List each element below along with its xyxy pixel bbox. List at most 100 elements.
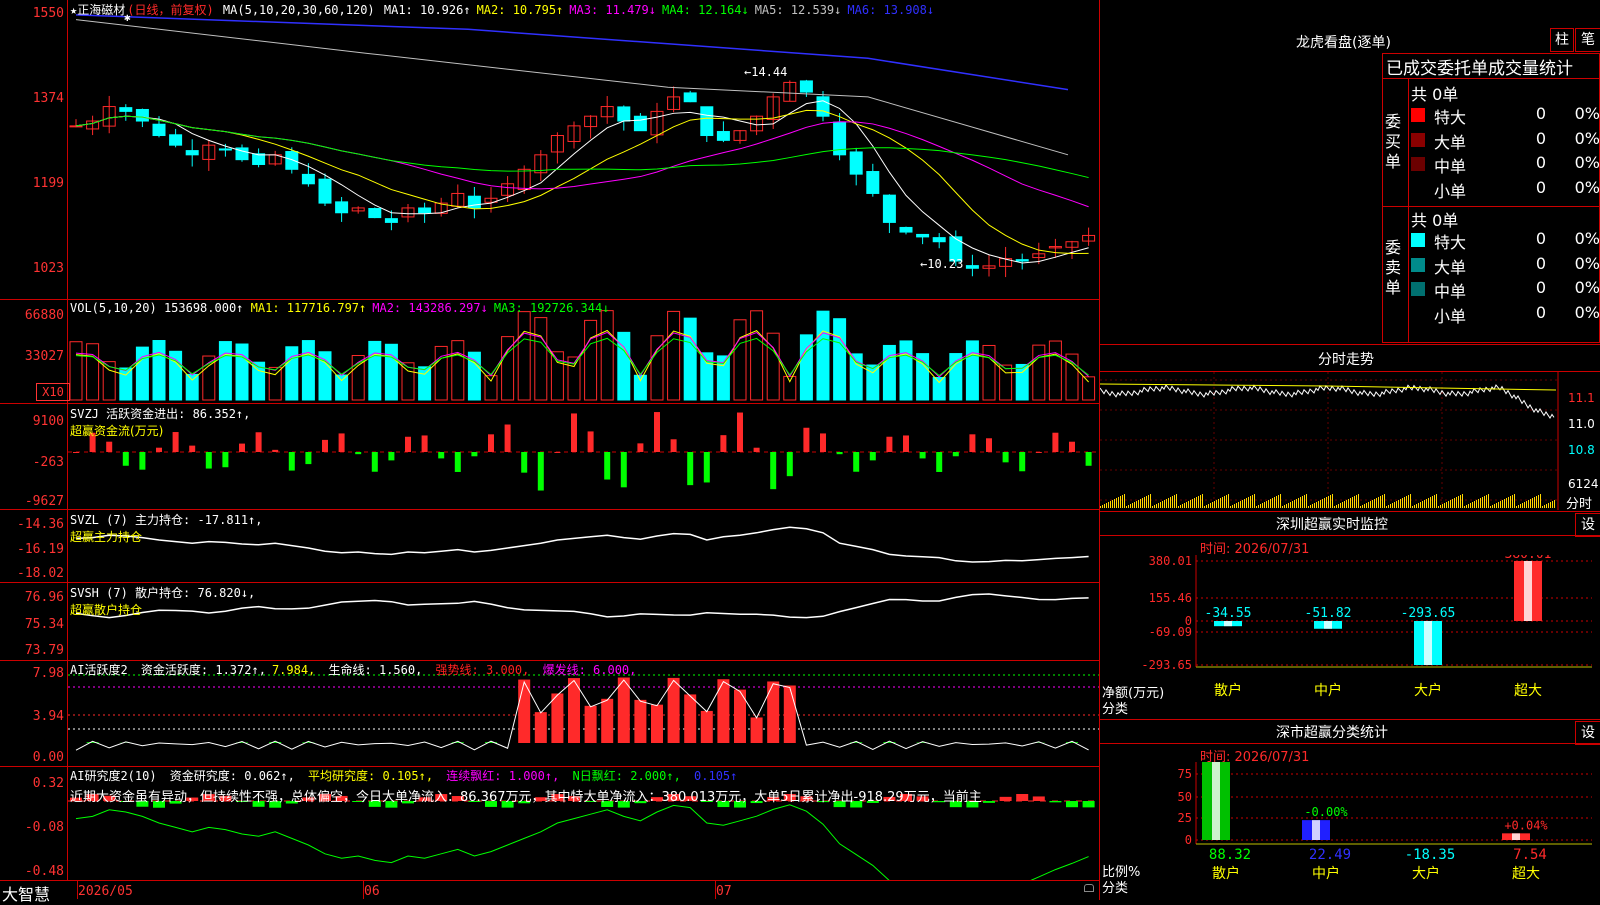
activity-bar (535, 712, 547, 743)
volume-bar (319, 352, 331, 400)
sz-bar-highlight (1524, 561, 1532, 621)
ma-legend-item: MA4: 12.164↓ (662, 3, 749, 17)
fs-vol-bar (1370, 501, 1371, 508)
fs-vol-bar (1308, 506, 1309, 508)
sz-xlabel: 分类 (1102, 698, 1128, 717)
candle-body (186, 151, 198, 155)
chart-area[interactable]: ←14.44←10.23 ★正海磁材(日线，前复权) MA(5,10,20,30… (0, 0, 1100, 900)
sz-settings-button[interactable]: 设 (1575, 513, 1600, 537)
sz-cat-label: 散户 (1214, 682, 1242, 699)
fs-vol-bar (1212, 502, 1213, 508)
flow-bar (206, 452, 212, 469)
volume-bar (900, 341, 912, 400)
volume-chart[interactable] (68, 300, 1099, 403)
order-percent: 0% (1552, 178, 1600, 197)
ss-settings-button[interactable]: 设 (1575, 721, 1600, 745)
low-mark: ←10.23 (920, 257, 963, 271)
order-size-label: 小单 (1434, 303, 1494, 327)
fs-vol-bar (1464, 506, 1465, 508)
intraday-chart[interactable] (1100, 372, 1600, 510)
fs-vol-bar (1502, 500, 1503, 508)
fs-vol-bar (1470, 503, 1471, 508)
candle-body (136, 109, 148, 121)
flow-bar (903, 435, 909, 452)
sz-bar-label: -34.55 (1205, 606, 1252, 621)
volume-bar (87, 344, 99, 400)
fs-vol-bar (1340, 503, 1341, 508)
candle-body (153, 124, 165, 135)
fs-vol-bar (1252, 495, 1253, 508)
vol-unit-label: X10 (42, 385, 64, 399)
flow-bar (770, 452, 776, 489)
fs-vol-bar (1366, 503, 1367, 508)
tick-mode-button[interactable]: 笔 (1575, 28, 1600, 52)
stock-name[interactable]: ★正海磁材 (70, 3, 125, 17)
ss-stats-chart[interactable]: 7550250-0.00%88.32散户-0.00%22.49中户-18.35大… (1100, 762, 1600, 900)
fs-vol-bar (1448, 501, 1449, 508)
fs-vol-bar (1384, 494, 1385, 508)
ma6-line (76, 15, 1068, 90)
volume-bar (302, 341, 314, 400)
fs-vol-bar (1260, 504, 1261, 508)
fs-vol-bar (1184, 503, 1185, 508)
candle-body (800, 81, 812, 92)
volume-bar (452, 341, 464, 400)
price-chart[interactable]: ←14.44←10.23 (68, 0, 1099, 299)
fs-vol-bar (1166, 499, 1167, 508)
sz-monitor-chart[interactable]: 380.01155.460-69.09-293.65-34.55散户-51.82… (1100, 555, 1600, 715)
ma-legend-item: MA1: 10.926↑ (384, 3, 471, 17)
fs-vol-bar (1352, 497, 1353, 508)
sz-bar-label: 380.01 (1505, 555, 1552, 562)
fs-vol-bar (1458, 496, 1459, 508)
ai1-y-label: 7.98 (0, 666, 64, 681)
order-count: 0 (1500, 129, 1546, 148)
main-legend: ★正海磁材(日线，前复权) MA(5,10,20,30,60,120) MA1:… (70, 1, 942, 18)
volume-bar (684, 318, 696, 400)
ai-comment: 近期大资金虽有异动，但持续性不强，总体偏空，今日大单净流入：86.367万元，其… (70, 786, 1098, 805)
fs-vol-bar (1400, 499, 1401, 508)
ss-bar-highlight (1212, 762, 1220, 840)
fs-vol-bar (1406, 496, 1407, 508)
vol-ma-legend-item: MA2: 143286.297↓ (372, 301, 488, 315)
fs-vol-bar (1368, 502, 1369, 508)
flow-bar (654, 412, 660, 452)
ai-activity-legend: AI活跃度2 资金活跃度: 1.372↑,7.984, 生命线: 1.560, … (70, 661, 642, 678)
legend-swatch (1411, 157, 1425, 171)
bar-mode-button[interactable]: 柱 (1550, 28, 1574, 52)
activity-bar (701, 711, 713, 743)
ss-y-label: 0 (1185, 833, 1192, 847)
svsh-y-label: 76.96 (0, 590, 64, 605)
svsh-y-label: 73.79 (0, 643, 64, 658)
fs-vol-label: 6124 (1568, 477, 1599, 491)
volume-bar (219, 342, 231, 400)
sz-bar-highlight (1224, 621, 1232, 626)
fs-vol-bar (1114, 499, 1115, 508)
fs-vol-bar (1320, 500, 1321, 508)
fs-vol-bar (1486, 495, 1487, 508)
volume-bar (834, 319, 846, 400)
lock-icon[interactable] (1084, 884, 1094, 892)
volume-bar (70, 342, 82, 400)
ss-value-label: 22.49 (1309, 847, 1351, 863)
fs-vol-bar (1122, 495, 1123, 508)
svsh-sub: 超赢散户持仓 (70, 601, 255, 618)
fs-vol-bar (1540, 494, 1541, 508)
fs-vol-bar (1530, 499, 1531, 508)
lh-subtitle: 已成交委托单成交量统计 (1386, 54, 1573, 79)
volume-bar (634, 375, 646, 400)
fs-vol-bar (1106, 503, 1107, 508)
fs-vol-bar (1444, 503, 1445, 508)
volume-bar (369, 341, 381, 400)
ss-cat-label: 散户 (1212, 865, 1240, 882)
order-percent: 0% (1552, 229, 1600, 248)
svsh-legend: SVSH (7) 散户持仓: 76.820↓, 超赢散户持仓 (70, 584, 255, 618)
fs-vol-bar (1424, 500, 1425, 508)
period-label[interactable]: (日线，前复权) (127, 3, 213, 17)
fs-vol-bar (1160, 502, 1161, 508)
flow-bar (787, 452, 793, 476)
fs-vol-bar (1170, 497, 1171, 508)
fs-vol-bar (1116, 498, 1117, 508)
svzl-legend: SVZL (7) 主力持仓: -17.811↑, 超赢主力持仓 (70, 511, 263, 545)
sz-bar-highlight (1324, 621, 1332, 629)
fs-vol-bar (1144, 497, 1145, 508)
